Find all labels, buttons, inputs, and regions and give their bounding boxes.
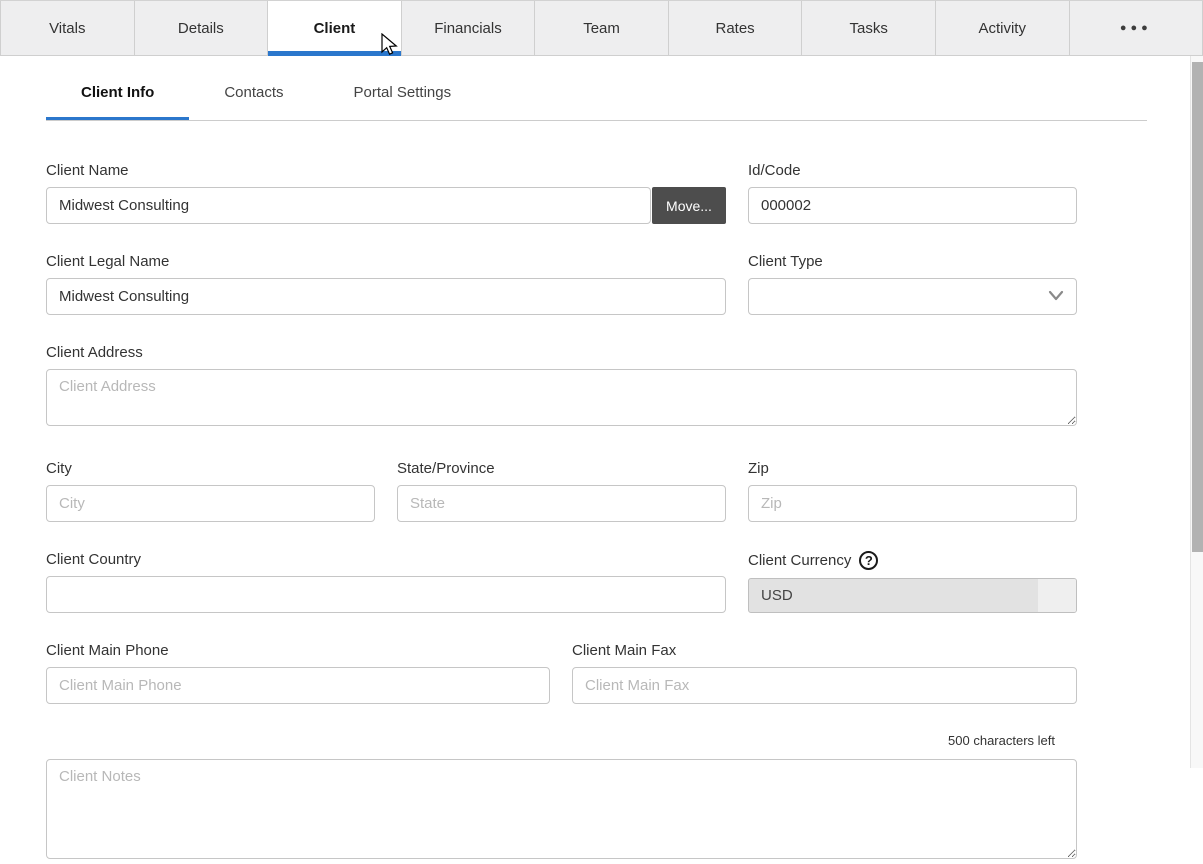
chevron-down-icon bbox=[1048, 290, 1064, 302]
subtab-portal-settings[interactable]: Portal Settings bbox=[319, 76, 487, 120]
help-icon[interactable]: ? bbox=[859, 551, 878, 570]
client-sub-tab-bar: Client Info Contacts Portal Settings bbox=[46, 76, 1147, 121]
tab-tasks[interactable]: Tasks bbox=[802, 1, 936, 56]
notes-characters-left: 500 characters left bbox=[46, 733, 1077, 748]
more-tabs-button[interactable]: ●●● bbox=[1070, 1, 1203, 56]
city-input[interactable] bbox=[46, 485, 375, 522]
tab-rates[interactable]: Rates bbox=[669, 1, 803, 56]
tab-financials[interactable]: Financials bbox=[402, 1, 536, 56]
client-name-label: Client Name bbox=[46, 162, 726, 179]
state-province-label: State/Province bbox=[397, 460, 726, 477]
client-type-label: Client Type bbox=[748, 253, 1077, 270]
client-main-phone-input[interactable] bbox=[46, 667, 550, 704]
zip-label: Zip bbox=[748, 460, 1077, 477]
tab-team[interactable]: Team bbox=[535, 1, 669, 56]
client-currency-label: Client Currency bbox=[748, 552, 851, 569]
client-legal-name-input[interactable] bbox=[46, 278, 726, 315]
client-legal-name-label: Client Legal Name bbox=[46, 253, 726, 270]
client-main-fax-label: Client Main Fax bbox=[572, 642, 1077, 659]
client-main-phone-label: Client Main Phone bbox=[46, 642, 550, 659]
client-country-input[interactable] bbox=[46, 576, 726, 613]
client-info-form: Client Name Move... Id/Code Client Legal… bbox=[46, 162, 1077, 864]
client-main-fax-input[interactable] bbox=[572, 667, 1077, 704]
tab-client[interactable]: Client bbox=[268, 1, 402, 56]
subtab-contacts[interactable]: Contacts bbox=[189, 76, 318, 120]
main-tab-bar: Vitals Details Client Financials Team Ra… bbox=[0, 0, 1203, 56]
zip-input[interactable] bbox=[748, 485, 1077, 522]
tab-vitals[interactable]: Vitals bbox=[0, 1, 135, 56]
vertical-scrollbar-thumb[interactable] bbox=[1192, 62, 1203, 552]
state-input[interactable] bbox=[397, 485, 726, 522]
currency-field-cap bbox=[1038, 579, 1076, 612]
client-notes-textarea[interactable] bbox=[46, 759, 1077, 859]
client-address-textarea[interactable] bbox=[46, 369, 1077, 426]
id-code-input[interactable] bbox=[748, 187, 1077, 224]
id-code-label: Id/Code bbox=[748, 162, 1077, 179]
tab-activity[interactable]: Activity bbox=[936, 1, 1070, 56]
subtab-client-info[interactable]: Client Info bbox=[46, 76, 189, 120]
client-address-label: Client Address bbox=[46, 344, 1077, 361]
client-currency-field: USD bbox=[748, 578, 1077, 613]
move-button[interactable]: Move... bbox=[652, 187, 726, 224]
tab-details[interactable]: Details bbox=[135, 1, 269, 56]
client-type-select[interactable] bbox=[748, 278, 1077, 315]
client-name-input[interactable] bbox=[46, 187, 651, 224]
city-label: City bbox=[46, 460, 375, 477]
vertical-scrollbar-track[interactable] bbox=[1190, 56, 1203, 768]
client-currency-value: USD bbox=[761, 587, 793, 604]
client-country-label: Client Country bbox=[46, 551, 726, 568]
